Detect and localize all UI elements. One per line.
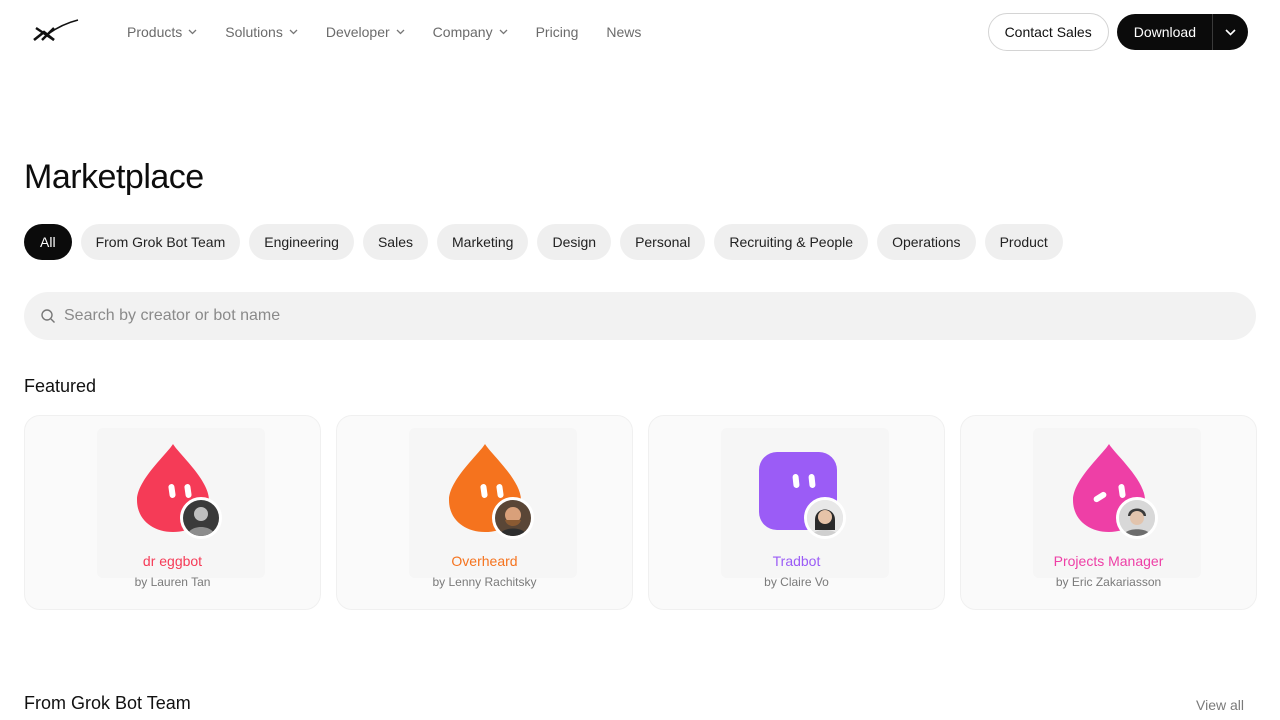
chevron-down-icon <box>499 29 508 35</box>
x-logo-icon[interactable] <box>32 18 80 44</box>
chip-personal[interactable]: Personal <box>620 224 706 260</box>
nav-item-label: Solutions <box>225 24 283 40</box>
bot-name: Projects Manager <box>1053 553 1164 569</box>
chip-product[interactable]: Product <box>984 224 1063 260</box>
nav-item-label: Company <box>432 24 493 40</box>
bot-author: by Claire Vo <box>764 575 829 589</box>
nav-item-company[interactable]: Company <box>433 24 508 40</box>
chip-from-grok-bot-team[interactable]: From Grok Bot Team <box>80 224 241 260</box>
chip-design[interactable]: Design <box>537 224 612 260</box>
nav-item-label: Pricing <box>535 24 579 40</box>
featured-cards: dr eggbot by Lauren Tan Overheard by Len… <box>24 415 1257 610</box>
nav-item-developer[interactable]: Developer <box>326 24 405 40</box>
avatar <box>492 497 534 539</box>
main-nav: Products Solutions Developer Company Pri… <box>127 22 669 42</box>
chip-engineering[interactable]: Engineering <box>249 224 354 260</box>
chevron-down-icon <box>289 29 298 35</box>
avatar <box>804 497 846 539</box>
search-bar <box>24 292 1256 340</box>
chip-operations[interactable]: Operations <box>877 224 976 260</box>
featured-heading: Featured <box>24 376 97 396</box>
nav-item-solutions[interactable]: Solutions <box>225 24 298 40</box>
contact-sales-button[interactable]: Contact Sales <box>987 13 1109 51</box>
bot-card-dr-eggbot[interactable]: dr eggbot by Lauren Tan <box>24 415 321 610</box>
page-title: Marketplace <box>24 158 204 196</box>
bot-author: by Eric Zakariasson <box>1055 575 1162 589</box>
chevron-down-icon <box>188 29 197 35</box>
category-filter-chips: All From Grok Bot Team Engineering Sales… <box>24 224 1072 260</box>
download-button-group: Download <box>1116 14 1248 50</box>
bot-author: by Lauren Tan <box>134 575 211 589</box>
nav-item-products[interactable]: Products <box>127 24 197 40</box>
download-button[interactable]: Download <box>1117 14 1212 50</box>
search-icon <box>41 309 55 323</box>
download-options-button[interactable] <box>1212 14 1248 50</box>
chip-marketing[interactable]: Marketing <box>437 224 529 260</box>
chip-recruiting-people[interactable]: Recruiting & People <box>714 224 869 260</box>
chevron-down-icon <box>396 29 405 35</box>
bot-name: dr eggbot <box>142 553 203 569</box>
chevron-down-icon <box>1225 28 1236 36</box>
avatar <box>1116 497 1158 539</box>
grok-bot-team-heading: From Grok Bot Team <box>24 693 191 713</box>
top-navigation-bar: Products Solutions Developer Company Pri… <box>0 0 1280 64</box>
view-all-link[interactable]: View all <box>1196 697 1244 713</box>
chip-sales[interactable]: Sales <box>362 224 428 260</box>
nav-item-news[interactable]: News <box>606 24 641 40</box>
bot-name: Tradbot <box>772 553 821 569</box>
bot-author: by Lenny Rachitsky <box>432 575 537 589</box>
avatar <box>180 497 222 539</box>
top-actions: Contact Sales Download <box>987 13 1248 51</box>
chip-all[interactable]: All <box>24 224 72 260</box>
bot-card-overheard[interactable]: Overheard by Lenny Rachitsky <box>336 415 633 610</box>
nav-item-pricing[interactable]: Pricing <box>536 24 579 40</box>
nav-item-label: Developer <box>325 24 390 40</box>
nav-item-label: News <box>606 24 642 40</box>
bot-card-projects-manager[interactable]: Projects Manager by Eric Zakariasson <box>960 415 1257 610</box>
bot-card-tradbot[interactable]: Tradbot by Claire Vo <box>648 415 945 610</box>
nav-item-label: Products <box>127 24 183 40</box>
bot-name: Overheard <box>451 553 518 569</box>
search-input[interactable] <box>64 307 1214 325</box>
